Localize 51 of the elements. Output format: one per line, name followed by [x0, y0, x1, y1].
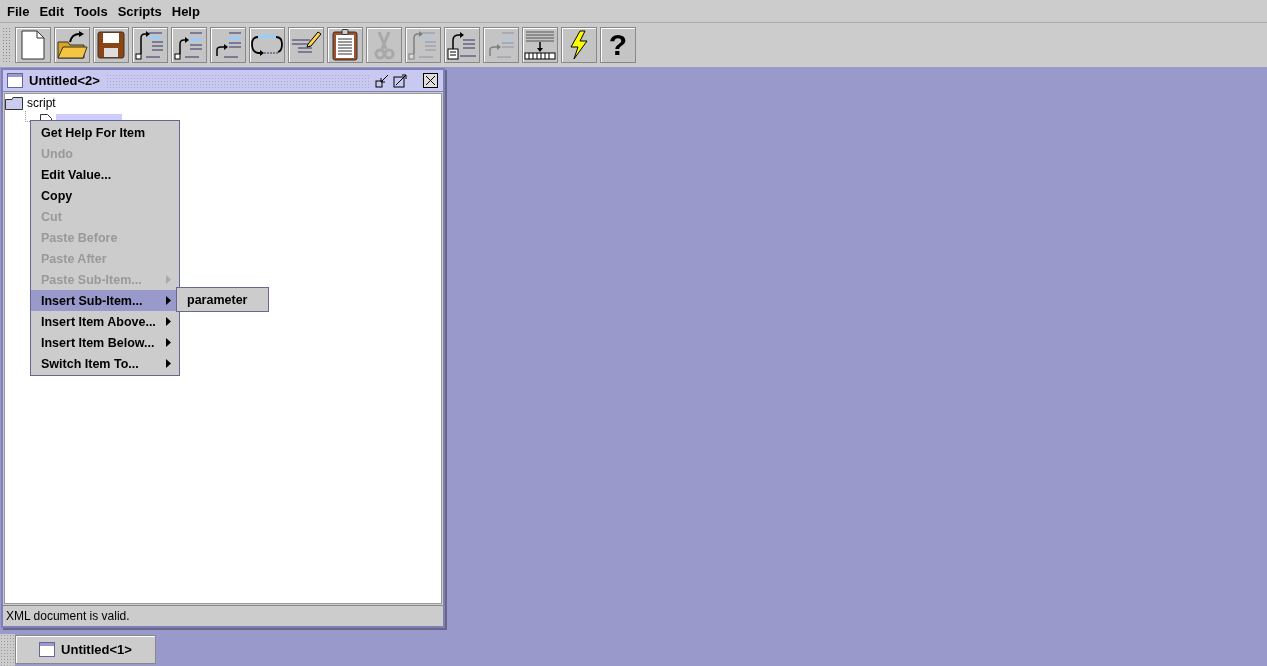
- menu-title[interactable]: File: [2, 3, 35, 19]
- menu-item[interactable]: Insert Sub-Item...: [31, 290, 179, 311]
- insert-sub-item-icon: [407, 30, 439, 60]
- save-button[interactable]: [93, 27, 129, 63]
- paste-button[interactable]: [327, 27, 363, 63]
- help-button[interactable]: ?: [600, 27, 636, 63]
- compile-button[interactable]: [522, 27, 558, 63]
- lightning-bolt-icon: [568, 30, 590, 60]
- menu-title[interactable]: Edit: [34, 3, 69, 19]
- submenu-arrow-icon: [166, 359, 171, 368]
- import-button[interactable]: [444, 27, 480, 63]
- maximize-icon[interactable]: [393, 73, 407, 88]
- blank-page-icon: [20, 30, 46, 60]
- menu-item[interactable]: Insert Item Above...: [31, 311, 179, 332]
- submenu-arrow-icon: [166, 275, 171, 284]
- open-folder-icon: [56, 30, 88, 60]
- menu-item[interactable]: Get Help For Item: [31, 122, 179, 143]
- minimize-icon[interactable]: [375, 73, 389, 88]
- open-button[interactable]: [54, 27, 90, 63]
- close-icon[interactable]: [423, 73, 439, 88]
- window-title: Untitled<2>: [29, 73, 100, 88]
- folder-icon: [5, 96, 23, 110]
- insert-sub-button[interactable]: [132, 27, 168, 63]
- menu-title[interactable]: Tools: [68, 3, 113, 19]
- menu-item[interactable]: Copy: [31, 185, 179, 206]
- status-text: XML document is valid.: [3, 605, 443, 626]
- new-button[interactable]: [15, 27, 51, 63]
- menu-item[interactable]: Switch Item To...: [31, 353, 179, 374]
- desktop-pane-grip[interactable]: [0, 634, 15, 666]
- insert-document-icon: [446, 30, 478, 60]
- minimized-window-button[interactable]: Untitled<1>: [15, 635, 156, 664]
- submenu-arrow-icon: [166, 338, 171, 347]
- run-button[interactable]: [561, 27, 597, 63]
- menu-item[interactable]: Edit Value...: [31, 164, 179, 185]
- edit-button[interactable]: [288, 27, 324, 63]
- insert-above-icon: [173, 30, 205, 60]
- window-icon: [7, 73, 23, 88]
- submenu-arrow-icon: [166, 317, 171, 326]
- tree-item[interactable]: script: [27, 96, 56, 110]
- submenu-arrow-icon: [166, 296, 171, 305]
- menu-title[interactable]: Help: [166, 3, 205, 19]
- window-icon: [39, 642, 56, 657]
- insert-sub-item-icon: [134, 30, 166, 60]
- menu-title[interactable]: Scripts: [112, 3, 167, 19]
- compile-icon: [523, 30, 557, 60]
- menu-item[interactable]: parameter: [177, 289, 268, 310]
- insert-below-button[interactable]: [210, 27, 246, 63]
- insert-above-button[interactable]: [171, 27, 207, 63]
- loop-button[interactable]: [249, 27, 285, 63]
- clipboard-icon: [331, 29, 359, 61]
- menu-item[interactable]: Insert Item Below...: [31, 332, 179, 353]
